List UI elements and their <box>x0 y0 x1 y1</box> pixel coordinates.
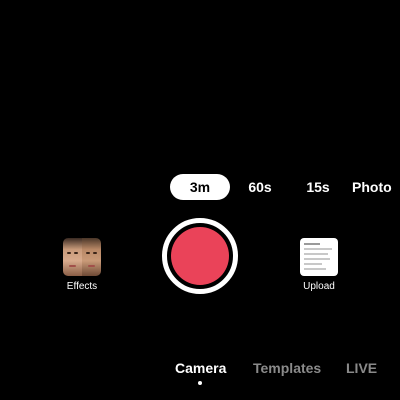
effects-label: Effects <box>66 281 98 292</box>
duration-option-3m[interactable]: 3m <box>170 174 230 200</box>
eye-shape <box>67 252 71 254</box>
upload-label: Upload <box>303 281 335 292</box>
record-button-inner <box>171 227 229 285</box>
thumb-line <box>304 243 320 245</box>
mode-tabs: Camera Templates LIVE <box>0 360 400 380</box>
duration-selector: 3m 60s 15s Photo <box>0 174 400 200</box>
effects-icon <box>63 238 101 276</box>
thumb-line <box>304 263 322 265</box>
camera-screen: 3m 60s 15s Photo Effects Upload Camera T… <box>0 0 400 400</box>
tab-camera[interactable]: Camera <box>175 360 226 376</box>
mouth-shape <box>88 265 95 267</box>
tab-live[interactable]: LIVE <box>346 360 377 376</box>
face-thumbnail-left <box>63 238 82 276</box>
duration-option-15s[interactable]: 15s <box>298 174 338 200</box>
upload-button[interactable]: Upload <box>300 238 338 292</box>
gallery-thumbnail-icon <box>300 238 338 276</box>
active-tab-indicator <box>198 381 202 385</box>
record-button[interactable] <box>162 218 238 294</box>
eye-shape <box>93 252 97 254</box>
tab-templates[interactable]: Templates <box>253 360 321 376</box>
duration-option-photo[interactable]: Photo <box>352 174 400 200</box>
mouth-shape <box>69 265 76 267</box>
thumb-line <box>304 268 326 270</box>
face-thumbnail-right <box>82 238 101 276</box>
effects-button[interactable]: Effects <box>58 238 106 292</box>
thumb-line <box>304 253 328 255</box>
thumb-line <box>304 258 330 260</box>
eye-shape <box>86 252 90 254</box>
thumb-line <box>304 248 332 250</box>
duration-option-60s[interactable]: 60s <box>240 174 280 200</box>
eye-shape <box>74 252 78 254</box>
